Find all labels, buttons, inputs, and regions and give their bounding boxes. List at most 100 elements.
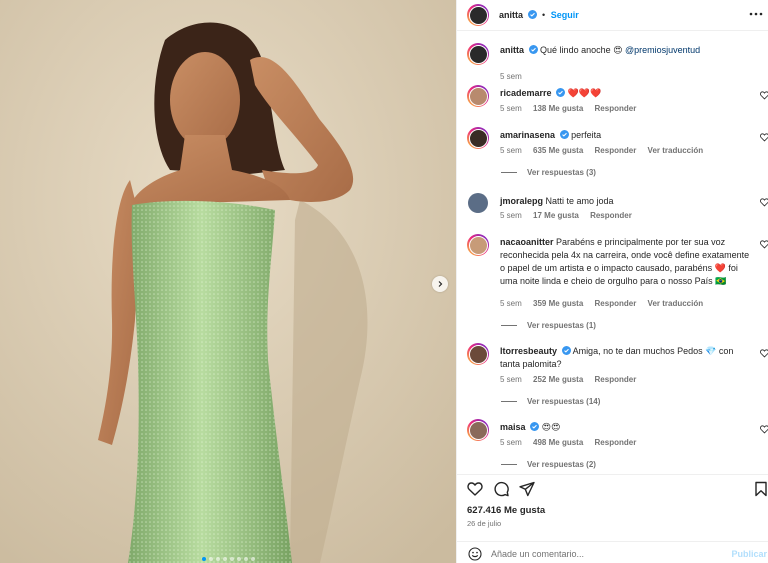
view-replies-label: Ver respuestas (2) [527, 460, 596, 469]
comment-username[interactable]: nacaoanitter [500, 237, 554, 247]
comment-text: perfeita [571, 130, 602, 140]
comment-time: 5 sem [500, 438, 522, 447]
publish-button[interactable]: Publicar [731, 549, 767, 559]
translate-button[interactable]: Ver traducción [648, 146, 704, 155]
comment-icon[interactable] [493, 481, 509, 497]
carousel-dot [243, 557, 248, 561]
caption-text: Qué lindo anoche 😍 [540, 45, 625, 55]
comment-item: amarinasena perfeita 5 sem 635 Me gusta … [457, 126, 768, 182]
verified-icon [559, 130, 569, 139]
reply-button[interactable]: Responder [590, 211, 632, 220]
replies-divider [501, 172, 517, 173]
author-avatar[interactable] [467, 4, 489, 26]
comment-username[interactable]: jmoralepg [500, 196, 543, 206]
heart-icon[interactable] [760, 425, 768, 434]
avatar[interactable] [467, 343, 489, 365]
reply-button[interactable]: Responder [595, 104, 637, 113]
reply-button[interactable]: Responder [595, 375, 637, 384]
comment-time: 5 sem [500, 375, 522, 384]
verified-icon [530, 422, 540, 431]
comment-item: ltorresbeauty Amiga, no te dan muchos Pe… [457, 342, 768, 410]
verified-icon [556, 88, 566, 97]
view-replies-button[interactable]: Ver respuestas (14) [501, 397, 600, 406]
comment-item: jmoralepg Natti te amo joda 5 sem 17 Me … [457, 191, 768, 231]
post-photo[interactable] [0, 0, 456, 563]
more-icon[interactable] [749, 8, 763, 20]
comment-item: maisa 😍😍 5 sem 498 Me gusta Responder Ve… [457, 418, 768, 472]
view-replies-button[interactable]: Ver respuestas (3) [501, 168, 596, 177]
comments-list[interactable]: anitta Qué lindo anoche 😍 @premiosjuvent… [457, 32, 768, 472]
heart-icon[interactable] [760, 240, 768, 249]
heart-icon[interactable] [760, 198, 768, 207]
heart-icon[interactable] [467, 481, 483, 497]
share-icon[interactable] [519, 481, 535, 497]
comment-likes[interactable]: 359 Me gusta [533, 299, 583, 308]
bookmark-icon[interactable] [753, 481, 768, 497]
comment-likes[interactable]: 252 Me gusta [533, 375, 583, 384]
carousel-dot [236, 557, 241, 561]
avatar[interactable] [467, 419, 489, 441]
reply-button[interactable]: Responder [595, 146, 637, 155]
comment-likes[interactable]: 138 Me gusta [533, 104, 583, 113]
carousel-dot [201, 557, 206, 561]
emoji-icon[interactable] [468, 547, 482, 561]
comment-time: 5 sem [500, 299, 522, 308]
caption-username[interactable]: anitta [500, 45, 524, 55]
caption-mention[interactable]: @premiosjuventud [625, 45, 700, 55]
comment-text: Natti te amo joda [545, 196, 614, 206]
avatar[interactable] [467, 234, 489, 256]
replies-divider [501, 464, 517, 465]
comment-item: ricademarre ❤️❤️❤️ 5 sem 138 Me gusta Re… [457, 84, 768, 124]
comment-likes[interactable]: 635 Me gusta [533, 146, 583, 155]
carousel-dot [208, 557, 213, 561]
view-replies-label: Ver respuestas (14) [527, 397, 601, 406]
comment-time: 5 sem [500, 104, 522, 113]
comment-item: nacaoanitter Parabéns e principalmente p… [457, 233, 768, 333]
carousel-dot [222, 557, 227, 561]
heart-icon[interactable] [760, 91, 768, 100]
post-likes-count[interactable]: 627.416 Me gusta [467, 505, 545, 516]
carousel-next-button[interactable] [432, 276, 448, 292]
photo-image [0, 0, 456, 563]
comment-username[interactable]: ricademarre [500, 88, 552, 98]
avatar[interactable] [467, 43, 489, 65]
comment-composer: Publicar [457, 541, 768, 563]
replies-divider [501, 401, 517, 402]
comment-text: ❤️❤️❤️ [567, 88, 602, 98]
author-username[interactable]: anitta [499, 10, 523, 20]
comment-likes[interactable]: 17 Me gusta [533, 211, 579, 220]
reply-button[interactable]: Responder [595, 438, 637, 447]
follow-button[interactable]: Seguir [551, 10, 579, 20]
comment-time: 5 sem [500, 211, 522, 220]
view-replies-button[interactable]: Ver respuestas (1) [501, 321, 596, 330]
verified-icon [527, 10, 537, 19]
view-replies-button[interactable]: Ver respuestas (2) [501, 460, 596, 469]
view-replies-label: Ver respuestas (1) [527, 321, 596, 330]
verified-icon [528, 45, 538, 54]
comment-time: 5 sem [500, 146, 522, 155]
avatar[interactable] [468, 193, 488, 213]
heart-icon[interactable] [760, 133, 768, 142]
action-bar [457, 474, 768, 500]
caption: anitta Qué lindo anoche 😍 @premiosjuvent… [457, 42, 768, 82]
post-panel: anitta • Seguir anitta Qué lindo anoche … [456, 0, 768, 563]
reply-button[interactable]: Responder [595, 299, 637, 308]
translate-button[interactable]: Ver traducción [648, 299, 704, 308]
chevron-right-icon [438, 281, 443, 287]
comment-text: 😍😍 [541, 422, 561, 432]
avatar[interactable] [467, 85, 489, 107]
caption-time: 5 sem [500, 72, 522, 81]
post-date: 26 de julio [467, 519, 502, 528]
comment-likes[interactable]: 498 Me gusta [533, 438, 583, 447]
heart-icon[interactable] [760, 349, 768, 358]
comment-input[interactable] [491, 547, 711, 561]
view-replies-label: Ver respuestas (3) [527, 168, 596, 177]
avatar[interactable] [467, 127, 489, 149]
post-header: anitta • Seguir [457, 0, 768, 31]
carousel-dot [250, 557, 255, 561]
verified-icon [561, 346, 571, 355]
comment-username[interactable]: amarinasena [500, 130, 555, 140]
replies-divider [501, 325, 517, 326]
comment-username[interactable]: ltorresbeauty [500, 346, 557, 356]
comment-username[interactable]: maisa [500, 422, 526, 432]
